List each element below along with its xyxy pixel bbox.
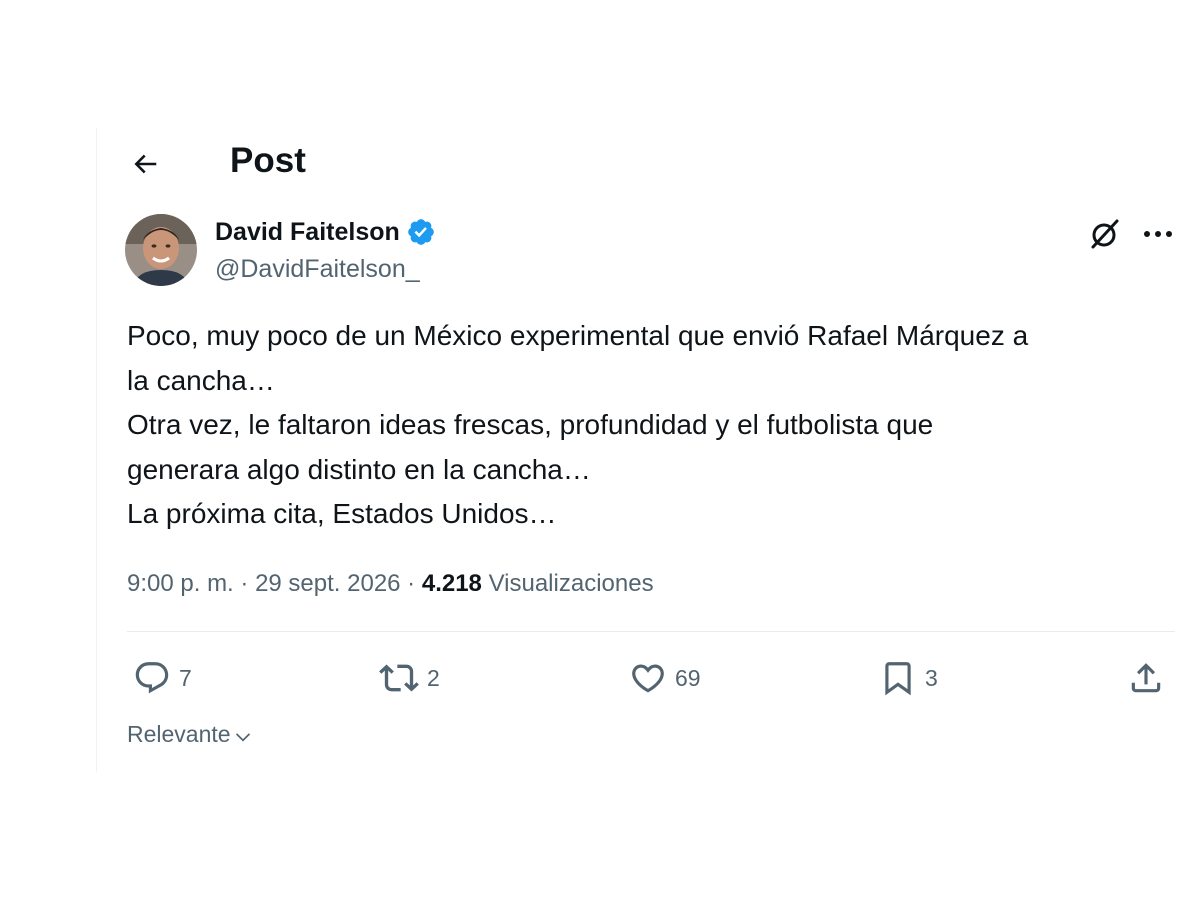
post-header: Post xyxy=(97,128,1187,194)
share-button[interactable] xyxy=(1127,656,1165,700)
divider xyxy=(127,631,1175,632)
more-horizontal-icon xyxy=(1144,231,1172,237)
post-text-line: Otra vez, le faltaron ideas frescas, pro… xyxy=(127,409,934,440)
reply-sort-dropdown[interactable]: Relevante xyxy=(127,716,253,752)
like-button[interactable]: 69 xyxy=(629,656,701,700)
user-handle[interactable]: @DavidFaitelson_ xyxy=(215,252,436,286)
bookmark-count: 3 xyxy=(925,664,938,691)
post-text-line: generara algo distinto en la cancha… xyxy=(127,453,591,485)
post-text-line: la cancha… xyxy=(127,364,275,396)
bookmark-button[interactable]: 3 xyxy=(879,656,938,700)
display-name[interactable]: David Faitelson xyxy=(215,218,400,247)
page-title: Post xyxy=(230,141,306,180)
post-time[interactable]: 9:00 p. m. xyxy=(127,570,234,597)
grok-button[interactable] xyxy=(1087,216,1123,252)
meta-separator: · xyxy=(233,570,256,597)
post-date[interactable]: 29 sept. 2026 xyxy=(255,570,400,597)
reply-count: 7 xyxy=(179,664,192,691)
chevron-down-icon xyxy=(235,733,250,742)
post-detail-panel: Post David Faitelson @DavidFaitelson_ Po… xyxy=(96,128,1187,772)
reply-button[interactable]: 7 xyxy=(133,656,192,700)
more-options-button[interactable] xyxy=(1139,216,1177,252)
verified-badge-icon xyxy=(407,219,434,245)
author-block: David Faitelson @DavidFaitelson_ xyxy=(215,214,436,286)
display-name-row: David Faitelson xyxy=(215,214,436,250)
like-count: 69 xyxy=(675,664,701,691)
bookmark-icon xyxy=(885,662,911,696)
repost-count: 2 xyxy=(427,664,440,691)
post-text-line: La próxima cita, Estados Unidos… xyxy=(127,498,557,529)
avatar[interactable] xyxy=(125,214,197,286)
reply-icon xyxy=(135,662,169,694)
post-text-line: Poco, muy poco de un México experimental… xyxy=(127,320,1029,351)
like-icon xyxy=(632,664,664,693)
views-label: Visualizaciones xyxy=(481,570,654,597)
views-count[interactable]: 4.218 xyxy=(422,570,482,597)
avatar-image xyxy=(125,214,197,286)
post-text: Poco, muy poco de un México experimental… xyxy=(127,314,1177,537)
repost-button[interactable]: 2 xyxy=(379,656,440,700)
action-bar: 7 2 69 3 xyxy=(97,656,1187,700)
repost-icon xyxy=(379,664,419,692)
share-icon xyxy=(1131,663,1161,693)
post-metadata: 9:00 p. m. · 29 sept. 2026 · 4.218 Visua… xyxy=(127,566,654,602)
back-button[interactable] xyxy=(127,146,163,182)
meta-separator: · xyxy=(400,570,422,597)
arrow-left-icon xyxy=(134,154,157,174)
sort-label: Relevante xyxy=(127,720,231,747)
grok-icon xyxy=(1091,219,1119,249)
